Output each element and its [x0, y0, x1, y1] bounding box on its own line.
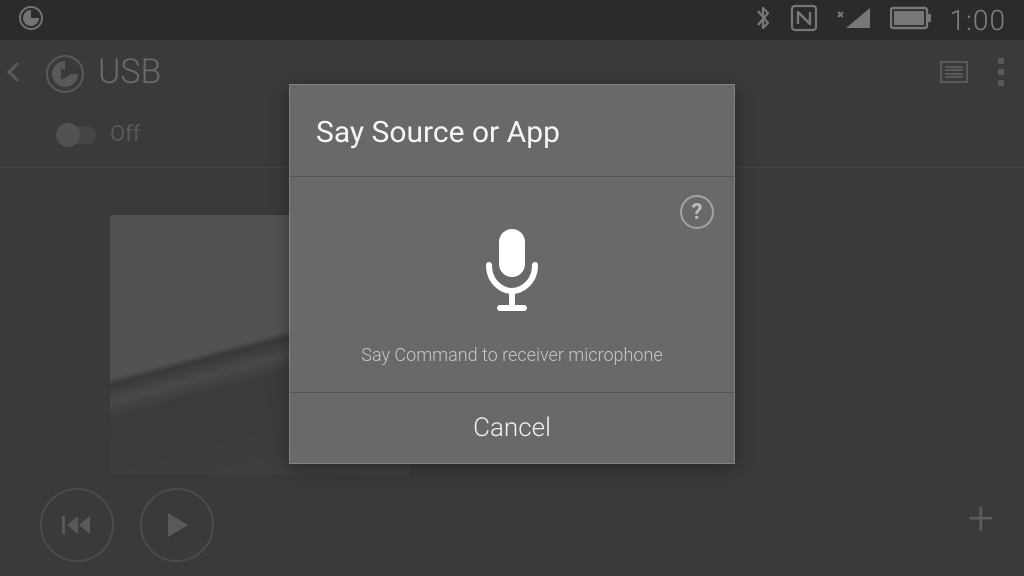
voice-dialog: Say Source or App ? Say Command to recei… [289, 84, 735, 464]
cancel-button[interactable]: Cancel [290, 413, 734, 443]
modal-overlay: Say Source or App ? Say Command to recei… [0, 0, 1024, 576]
microphone-icon [310, 225, 714, 317]
help-button[interactable]: ? [680, 195, 714, 229]
dialog-title: Say Source or App [290, 85, 734, 177]
dialog-hint: Say Command to receiver microphone [310, 345, 714, 366]
